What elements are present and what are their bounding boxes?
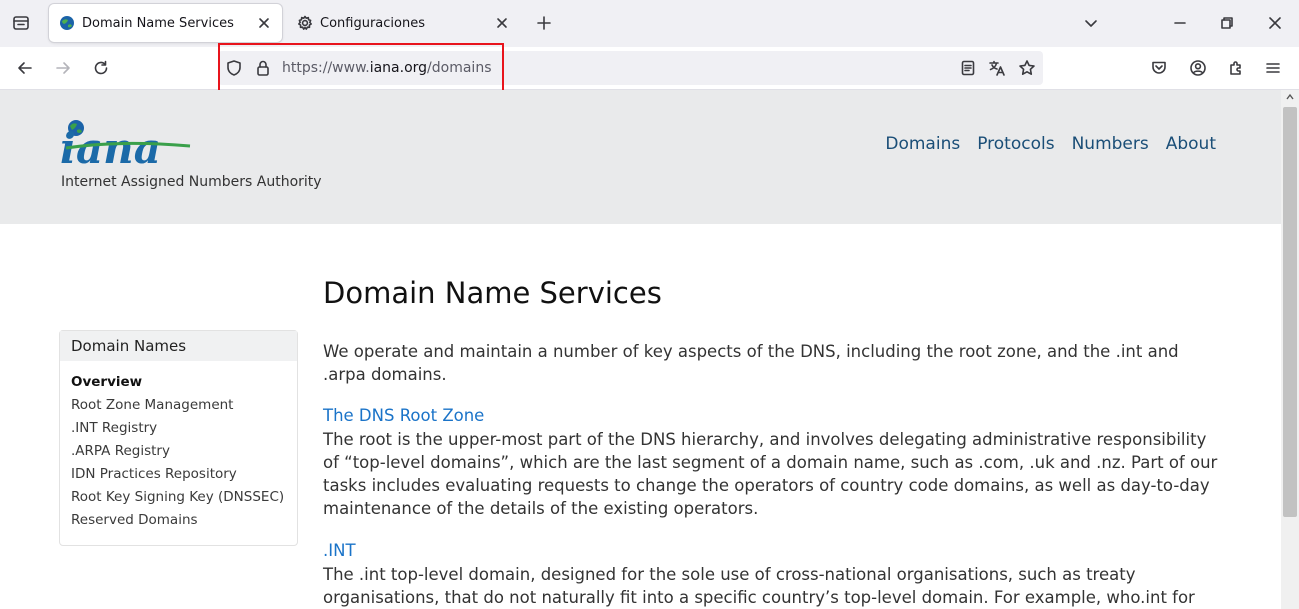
sidebar-item-root-ksk[interactable]: Root Key Signing Key (DNSSEC) <box>71 486 297 509</box>
main-nav: Domains Protocols Numbers About <box>885 134 1216 154</box>
sidebar-item-idn-practices[interactable]: IDN Practices Repository <box>71 463 297 486</box>
puzzle-icon <box>1230 61 1241 75</box>
list-all-tabs-button[interactable] <box>1077 9 1105 37</box>
iana-globe-icon <box>59 15 75 31</box>
gear-icon <box>297 15 313 31</box>
extensions-button[interactable] <box>1222 54 1250 82</box>
hamburger-menu-icon <box>1266 63 1280 73</box>
site-header: iana Internet Assigned Numbers Authority… <box>0 90 1281 224</box>
forward-button[interactable] <box>49 54 77 82</box>
pocket-button[interactable] <box>1145 54 1173 82</box>
sidebar-title: Domain Names <box>60 331 297 361</box>
sidebar-item-arpa-registry[interactable]: .ARPA Registry <box>71 440 297 463</box>
scroll-up-arrow-icon[interactable] <box>1285 92 1295 102</box>
sidebar-nav: Domain Names Overview Root Zone Manageme… <box>59 330 298 546</box>
reader-view-icon[interactable] <box>959 59 977 77</box>
tab-configuraciones[interactable]: Configuraciones <box>287 4 520 42</box>
nav-link-about[interactable]: About <box>1166 134 1216 154</box>
pocket-icon <box>1152 61 1166 74</box>
tab-strip: Domain Name Services Configuraciones <box>0 0 1299 47</box>
minimize-button[interactable] <box>1166 9 1194 37</box>
firefox-view-icon <box>12 14 30 32</box>
close-icon <box>497 18 507 28</box>
close-window-button[interactable] <box>1261 9 1289 37</box>
section-body-int: The .int top-level domain, designed for … <box>323 565 1195 607</box>
url-highlight-box <box>218 43 504 95</box>
new-tab-button[interactable] <box>530 9 558 37</box>
web-page: iana Internet Assigned Numbers Authority… <box>0 90 1281 609</box>
minimize-icon <box>1174 22 1186 24</box>
nav-link-domains[interactable]: Domains <box>885 134 960 154</box>
reload-button[interactable] <box>87 54 115 82</box>
navigation-toolbar: https://www.iana.org/domains <box>0 47 1299 90</box>
bookmark-star-icon[interactable] <box>1018 59 1036 77</box>
page-scrollbar[interactable] <box>1281 90 1299 609</box>
arrow-left-icon <box>18 62 32 74</box>
account-button[interactable] <box>1184 54 1212 82</box>
tab-list-button[interactable] <box>7 9 35 37</box>
nav-link-numbers[interactable]: Numbers <box>1072 134 1149 154</box>
account-icon <box>1190 60 1206 76</box>
sidebar-item-reserved-domains[interactable]: Reserved Domains <box>71 509 297 532</box>
arrow-right-icon <box>56 62 70 74</box>
iana-logo[interactable]: iana <box>58 118 198 168</box>
logo-subtitle: Internet Assigned Numbers Authority <box>61 174 322 190</box>
restore-icon <box>1221 17 1233 29</box>
tab-domain-name-services[interactable]: Domain Name Services <box>49 4 282 42</box>
section-link-int[interactable]: .INT <box>323 541 356 560</box>
close-tab-button[interactable] <box>252 11 276 35</box>
sidebar-item-root-zone-management[interactable]: Root Zone Management <box>71 394 297 417</box>
chevron-down-icon <box>1085 20 1097 27</box>
tab-title: Configuraciones <box>320 15 425 31</box>
close-tab-button[interactable] <box>490 11 514 35</box>
restore-button[interactable] <box>1213 9 1241 37</box>
reload-icon <box>94 60 108 75</box>
sidebar-item-overview[interactable]: Overview <box>71 371 297 394</box>
close-icon <box>259 18 269 28</box>
tab-title: Domain Name Services <box>82 15 234 31</box>
section-link-dns-root-zone[interactable]: The DNS Root Zone <box>323 406 484 425</box>
plus-icon <box>537 16 551 30</box>
scrollbar-thumb[interactable] <box>1283 107 1297 517</box>
translate-icon[interactable] <box>988 59 1006 77</box>
intro-paragraph: We operate and maintain a number of key … <box>323 342 1179 384</box>
sidebar-item-int-registry[interactable]: .INT Registry <box>71 417 297 440</box>
close-icon <box>1269 17 1281 29</box>
back-button[interactable] <box>11 54 39 82</box>
app-menu-button[interactable] <box>1259 54 1287 82</box>
page-title: Domain Name Services <box>323 276 662 310</box>
section-body-dns-root-zone: The root is the upper-most part of the D… <box>323 430 1218 518</box>
nav-link-protocols[interactable]: Protocols <box>977 134 1054 154</box>
